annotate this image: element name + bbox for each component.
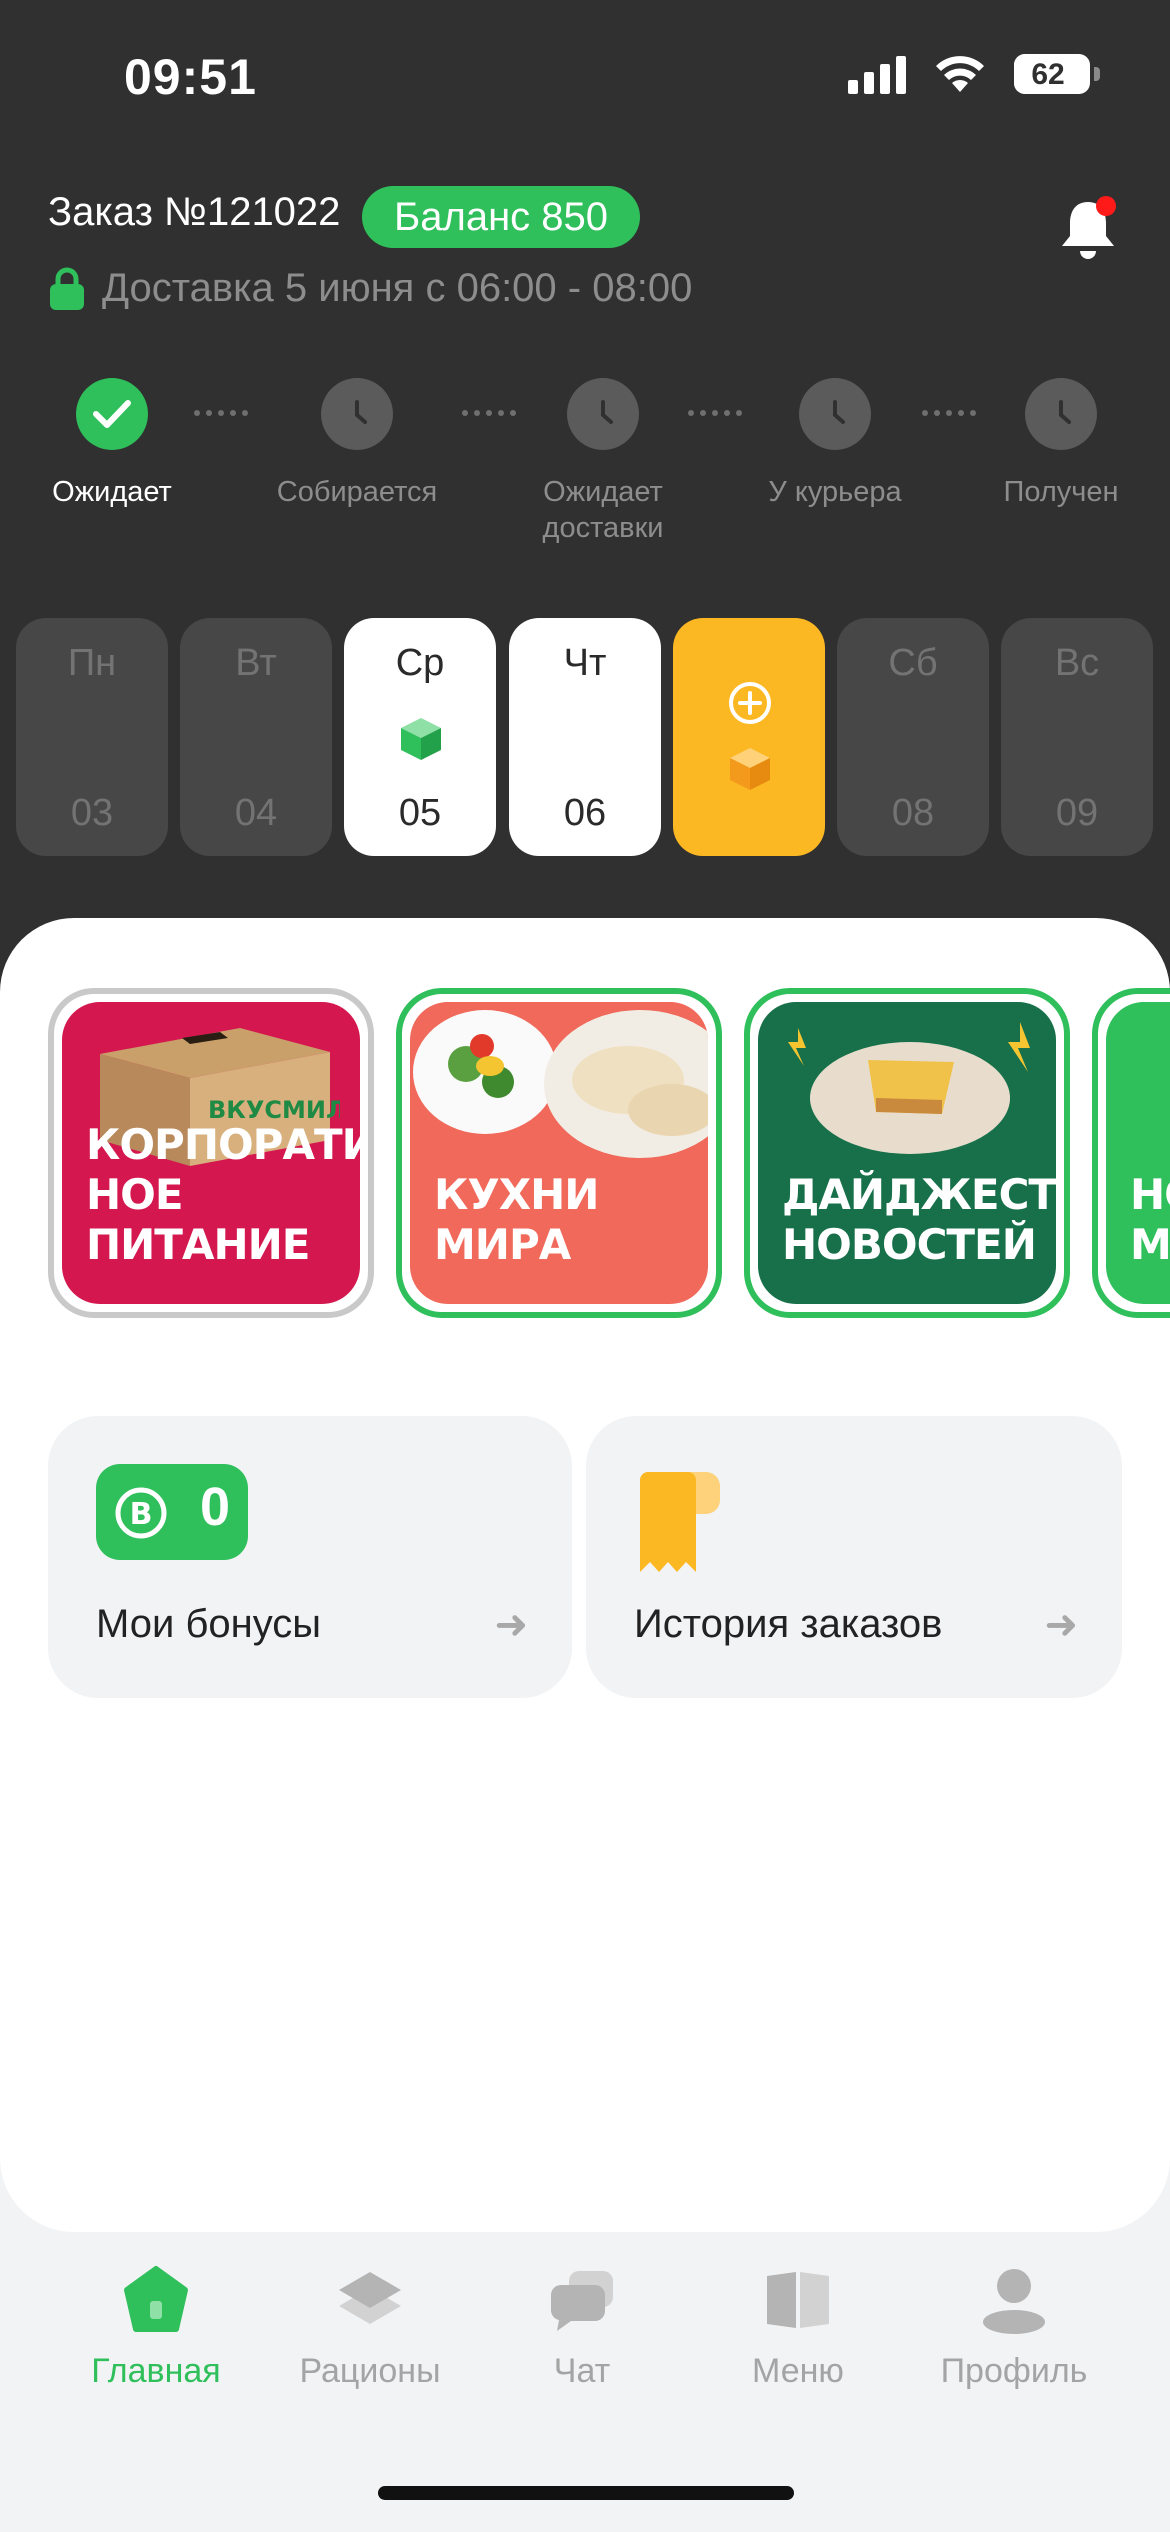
chat-icon (551, 2271, 613, 2331)
story-world-cuisine[interactable]: КУХНИ МИРА (396, 988, 722, 1318)
step-label-assembling: Собирается (276, 476, 438, 508)
notification-dot (1096, 196, 1116, 216)
order-history-tile[interactable]: История заказов ➜ (586, 1416, 1122, 1698)
arrow-right-icon: ➜ (494, 1603, 528, 1647)
my-bonuses-label: Мои бонусы (96, 1602, 322, 1646)
battery-level: 62 (1031, 58, 1065, 91)
bonus-badge: B 0 (96, 1464, 248, 1560)
story-title: НОВОЕ МЕНЮ (1130, 1170, 1170, 1269)
receipt-icon (640, 1472, 720, 1572)
tab-home[interactable]: Главная (56, 2260, 256, 2391)
clock-icon (601, 400, 613, 424)
step-label-received: Получен (1003, 476, 1119, 508)
step-with-courier (799, 378, 871, 450)
tab-label: Главная (91, 2352, 221, 2390)
balance-badge[interactable]: Баланс 850 (362, 186, 641, 248)
day-add[interactable] (673, 618, 825, 856)
day-sat[interactable]: Сб 08 (837, 618, 989, 856)
layers-icon (339, 2272, 401, 2324)
book-icon (767, 2272, 829, 2328)
tab-label: Меню (752, 2352, 844, 2390)
arrow-right-icon: ➜ (1044, 1603, 1078, 1647)
delivery-info: Доставка 5 июня с 06:00 - 08:00 (48, 266, 692, 311)
svg-text:B: B (130, 1497, 153, 1532)
checkmark-icon (93, 400, 131, 428)
clock-icon (355, 400, 367, 424)
status-time: 09:51 (124, 49, 257, 105)
tab-label: Профиль (940, 2352, 1088, 2390)
home-icon (124, 2266, 188, 2332)
day-sun[interactable]: Вс 09 (1001, 618, 1153, 856)
status-icons: 62 (848, 54, 1100, 94)
step-awaiting-delivery (567, 378, 639, 450)
box-icon (730, 748, 770, 790)
add-circle-icon (729, 682, 771, 724)
cellular-signal-icon (848, 54, 906, 94)
step-waiting (76, 378, 148, 450)
tab-profile[interactable]: Профиль (914, 2260, 1114, 2391)
tab-menu[interactable]: Меню (698, 2260, 898, 2391)
lock-icon (50, 267, 84, 310)
tab-label: Рационы (299, 2352, 441, 2390)
story-title: ДАЙДЖЕСТ НОВОСТЕЙ (782, 1170, 1056, 1269)
step-assembling (321, 378, 393, 450)
wifi-icon (936, 56, 984, 92)
step-label-with-courier: У курьера (768, 476, 902, 508)
clock-icon (1059, 400, 1071, 424)
lightning-icon (788, 1028, 806, 1066)
step-label-waiting: Ожидает (52, 476, 172, 508)
story-title: КУХНИ МИРА (434, 1170, 599, 1269)
tab-rations[interactable]: Рационы (270, 2260, 470, 2391)
order-title[interactable]: Заказ №121022 (48, 190, 340, 235)
home-indicator[interactable] (378, 2486, 794, 2500)
clock-icon (833, 400, 845, 424)
bonus-count: 0 (200, 1477, 231, 1537)
day-mon[interactable]: Пн 03 (16, 618, 168, 856)
story-news-digest[interactable]: ДАЙДЖЕСТ НОВОСТЕЙ (744, 988, 1070, 1318)
story-new-menu[interactable]: НОВОЕ МЕНЮ (1092, 988, 1170, 1318)
notification-bell-icon[interactable] (1056, 196, 1120, 266)
day-tue[interactable]: Вт 04 (180, 618, 332, 856)
step-received (1025, 378, 1097, 450)
bonus-coin-icon: B (115, 1487, 167, 1539)
order-history-label: История заказов (634, 1602, 943, 1646)
delivery-text: Доставка 5 июня с 06:00 - 08:00 (102, 266, 693, 310)
my-bonuses-tile[interactable]: B 0 Мои бонусы ➜ (48, 1416, 572, 1698)
lightning-icon (1008, 1022, 1030, 1072)
day-thu[interactable]: Чт 06 (509, 618, 661, 856)
battery-icon: 62 (1014, 54, 1100, 94)
day-wed[interactable]: Ср 05 (344, 618, 496, 856)
tab-chat[interactable]: Чат (482, 2260, 682, 2391)
step-label-awaiting-delivery: Ожидает доставки (542, 476, 664, 544)
tab-label: Чат (553, 2352, 611, 2390)
story-corporate[interactable]: ВКУСМИЛ КОРПОРАТИВ НОЕ ПИТАНИЕ (48, 988, 374, 1318)
user-icon (983, 2269, 1045, 2334)
cake-plate-image (788, 1022, 1030, 1154)
stories-carousel[interactable]: ВКУСМИЛ КОРПОРАТИВ НОЕ ПИТАНИЕ КУХНИ МИР… (48, 988, 1170, 1318)
green-box-icon (401, 718, 441, 760)
food-plates-image (413, 1010, 708, 1158)
story-title: КОРПОРАТИВ НОЕ ПИТАНИЕ (86, 1120, 360, 1269)
